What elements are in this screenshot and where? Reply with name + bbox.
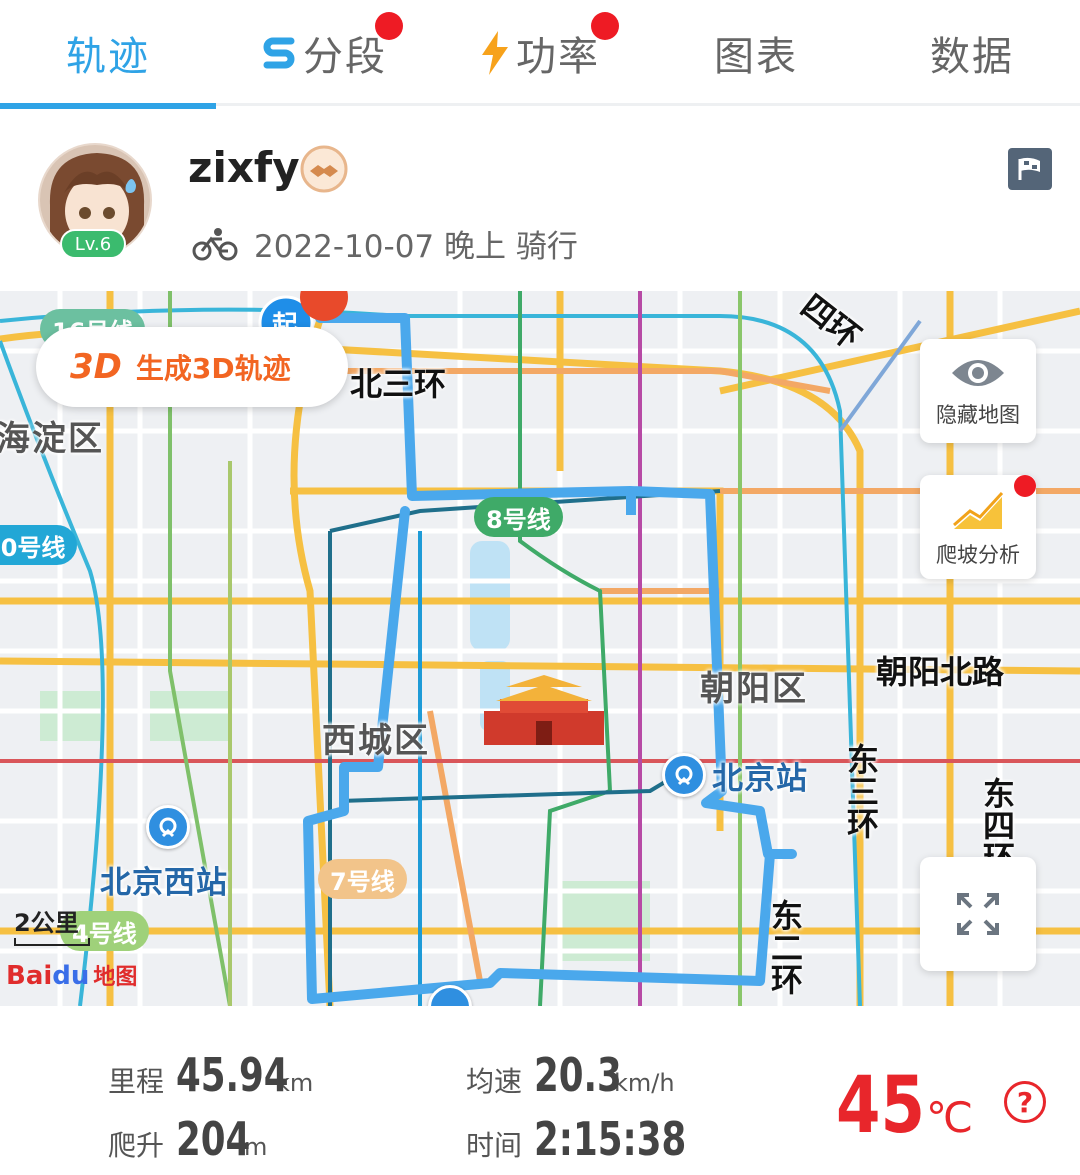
route-map[interactable]: 起 海淀区 西城区 朝阳区 北三环 四环 朝阳北路 东三环 东四环 东二环 16… — [0, 291, 1080, 1006]
activity-stats: 里程 45.94 km 爬升 204 m 均速 20.3 km/h 时间 2:1… — [0, 1006, 1080, 1175]
road-label: 东三环 — [842, 743, 880, 839]
climb-analysis-label: 爬坡分析 — [936, 543, 1020, 567]
station-label: 北京西站 — [100, 865, 228, 901]
climb-chart-icon — [953, 491, 1004, 529]
stat-label: 里程 — [108, 1065, 165, 1098]
hide-map-button[interactable]: 隐藏地图 — [920, 339, 1036, 443]
road-label: 朝阳北路 — [876, 653, 1005, 691]
climb-stat: 爬升 204 m — [108, 1112, 267, 1166]
generate-3d-label: 生成3D轨迹 — [135, 352, 291, 385]
railway-station-icon — [662, 753, 706, 797]
expand-icon — [957, 893, 999, 935]
hide-map-label: 隐藏地图 — [936, 403, 1020, 427]
segment-s-icon — [261, 33, 297, 73]
stat-label: 时间 — [466, 1129, 523, 1162]
handshake-medal-icon — [300, 145, 348, 193]
generate-3d-track-button[interactable]: 3D 生成3D轨迹 — [36, 327, 348, 407]
notification-dot — [375, 12, 403, 40]
help-icon[interactable]: ? — [1004, 1081, 1046, 1123]
tab-charts[interactable]: 图表 — [648, 0, 864, 106]
district-label: 海淀区 — [0, 419, 104, 459]
tab-power[interactable]: 功率 — [432, 0, 648, 106]
tab-label: 分段 — [303, 34, 387, 80]
temperature-value: 45 — [836, 1061, 926, 1151]
subway-line-chip: 7号线 — [318, 859, 407, 899]
activity-datetime: 2022-10-07 晚上 骑行 — [254, 229, 578, 265]
scale-bar — [14, 938, 90, 946]
tab-label: 图表 — [714, 34, 798, 80]
3d-icon: 3D — [70, 347, 122, 387]
tab-data[interactable]: 数据 — [864, 0, 1080, 106]
eye-icon — [952, 360, 1004, 386]
fullscreen-button[interactable] — [920, 857, 1036, 971]
tab-label: 轨迹 — [66, 34, 150, 80]
road-label: 东四环 — [978, 777, 1016, 857]
stat-value: 2:15:38 — [534, 1112, 687, 1166]
distance-stat: 里程 45.94 km — [108, 1048, 313, 1102]
tab-label: 数据 — [930, 34, 1014, 80]
subway-line-chip: 10号线 — [0, 525, 78, 565]
tab-label: 功率 — [516, 34, 600, 80]
district-label: 朝阳区 — [700, 669, 808, 709]
cycling-icon — [192, 227, 238, 261]
avg-speed-stat: 均速 20.3 km/h — [466, 1048, 675, 1102]
activity-header: Lv.6 zixfy 2022-10-07 晚上 骑行 — [0, 109, 1080, 291]
baidu-map-logo: Baidu 地图 — [6, 961, 138, 991]
level-badge: Lv.6 — [60, 229, 126, 259]
stat-value: 45.94 — [176, 1048, 289, 1102]
climb-analysis-button[interactable]: 爬坡分析 — [920, 475, 1036, 579]
road-label: 北三环 — [350, 365, 447, 403]
stat-label: 均速 — [466, 1065, 523, 1098]
road-label: 东二环 — [766, 899, 804, 995]
stat-value: 204 — [176, 1112, 251, 1166]
checkered-flag-button[interactable] — [1008, 148, 1052, 190]
district-label: 西城区 — [322, 721, 430, 761]
railway-station-icon — [146, 805, 190, 849]
stat-value: 20.3 — [534, 1048, 622, 1102]
station-label: 北京站 — [712, 761, 808, 797]
temperature: 45 ℃ — [836, 1061, 973, 1151]
tab-bar: 轨迹 分段 功率 图表 数据 — [0, 0, 1080, 109]
map-scale: 2公里 — [14, 903, 90, 946]
stat-label: 爬升 — [108, 1129, 165, 1162]
user-name[interactable]: zixfy — [188, 143, 300, 192]
subway-line-chip: 8号线 — [474, 497, 563, 537]
tab-segments[interactable]: 分段 — [216, 0, 432, 106]
tab-track[interactable]: 轨迹 — [0, 0, 216, 109]
notification-dot — [1014, 475, 1036, 497]
notification-dot — [591, 12, 619, 40]
activity-meta: 2022-10-07 晚上 骑行 — [192, 221, 578, 266]
lightning-icon — [480, 31, 510, 75]
checkered-flag-icon — [1018, 157, 1040, 180]
stat-unit: km/h — [614, 1069, 675, 1097]
temperature-unit: ℃ — [926, 1093, 974, 1142]
duration-stat: 时间 2:15:38 — [466, 1112, 711, 1166]
scale-label: 2公里 — [14, 909, 79, 937]
